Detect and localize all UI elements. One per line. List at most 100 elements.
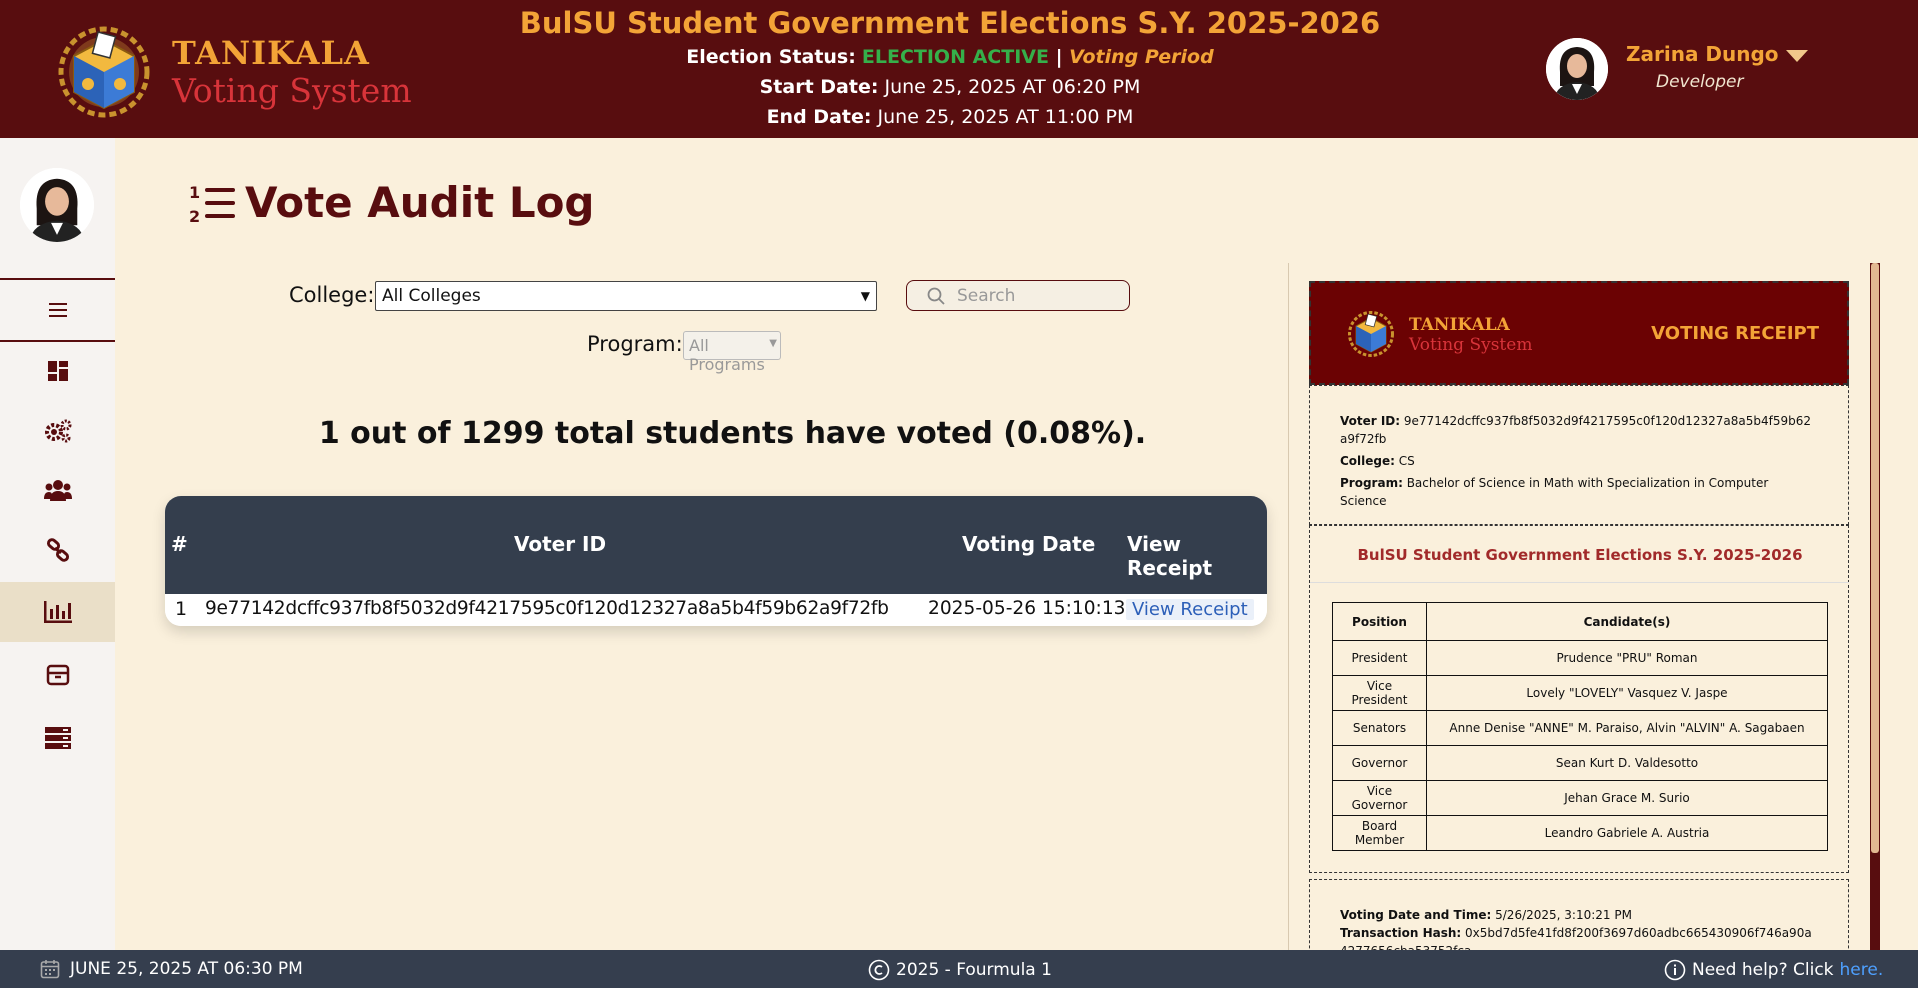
end-date-value: June 25, 2025 AT 11:00 PM [877, 106, 1134, 128]
audit-table: # Voter ID Voting Date View Receipt 1 9e… [165, 496, 1267, 626]
link-icon [46, 538, 69, 562]
column-header-view-receipt: View Receipt [1127, 532, 1213, 580]
chevron-down-icon: ▼ [769, 338, 777, 349]
ordered-list-icon: 1 2 [189, 183, 235, 224]
user-avatar[interactable] [1546, 38, 1608, 100]
help-text: Need help? Click [1692, 960, 1834, 980]
status-value: ELECTION ACTIVE [861, 46, 1049, 68]
row-number: 1 [175, 598, 188, 620]
help-link[interactable]: here. [1840, 960, 1884, 980]
sidebar-item-users[interactable] [0, 460, 115, 520]
status-period: Voting Period [1069, 46, 1214, 68]
sidebar-item-settings[interactable] [0, 401, 115, 461]
program-value: Bachelor of Science in Math with Special… [1340, 476, 1769, 508]
chevron-down-icon: ▼ [860, 289, 870, 303]
datetime-label: Voting Date and Time: [1340, 908, 1492, 922]
college-value: CS [1398, 454, 1415, 468]
receipt-voter-info: Voter ID: 9e77142dcffc937fb8f5032d9f4217… [1309, 385, 1849, 525]
calendar-icon [40, 960, 60, 979]
sidebar-item-dashboard[interactable] [0, 341, 115, 401]
table-row[interactable]: 1 9e77142dcffc937fb8f5032d9f4217595c0f12… [165, 594, 1267, 626]
brand-name: TANIKALA Voting System [172, 34, 412, 110]
top-header: TANIKALA Voting System BulSU Student Gov… [0, 0, 1918, 138]
voting-receipt: TANIKALA Voting System VOTING RECEIPT Vo… [1309, 281, 1849, 950]
voter-id-value: 9e77142dcffc937fb8f5032d9f4217595c0f120d… [1340, 414, 1812, 446]
info-icon [1664, 959, 1686, 981]
program-filter-label: Program: [587, 332, 683, 356]
receipt-datetime: Voting Date and Time: 5/26/2025, 3:10:21… [1340, 906, 1818, 924]
search-icon [927, 287, 945, 305]
program-label: Program: [1340, 476, 1403, 490]
receipt-header: TANIKALA Voting System VOTING RECEIPT [1309, 281, 1849, 385]
election-status-line: Election Status: ELECTION ACTIVE | Votin… [440, 42, 1460, 72]
vote-position: Senators [1332, 710, 1427, 746]
user-name[interactable]: Zarina Dungo [1626, 42, 1779, 66]
panel-divider [1288, 263, 1289, 950]
footer-copyright-text: 2025 - Fourmula 1 [896, 960, 1052, 980]
search-input[interactable]: Search [906, 280, 1130, 311]
position-header: Position [1332, 602, 1427, 641]
vote-row: Vice Governor Jehan Grace M. Surio [1332, 780, 1828, 816]
program-select-value: All Programs [689, 336, 765, 374]
vote-position: Board Member [1332, 815, 1427, 851]
vote-position: President [1332, 640, 1427, 676]
chevron-down-icon[interactable] [1786, 50, 1808, 62]
vote-candidates: Lovely "LOVELY" Vasquez V. Jaspe [1426, 675, 1828, 711]
divider [1310, 582, 1849, 583]
end-date-label: End Date: [766, 106, 872, 128]
receipt-program: Program: Bachelor of Science in Math wit… [1340, 474, 1818, 510]
vote-position: Vice Governor [1332, 780, 1427, 816]
footer-copyright: 2025 - Fourmula 1 [868, 959, 1052, 981]
college-select-value: All Colleges [382, 286, 481, 306]
sidebar-item-vote-audit-log[interactable] [0, 582, 115, 642]
table-header: # Voter ID Voting Date View Receipt [165, 496, 1267, 594]
receipt-brand-line2: Voting System [1409, 335, 1533, 355]
user-role: Developer [1656, 72, 1744, 92]
settings-icon [44, 419, 71, 443]
college-label: College: [1340, 454, 1395, 468]
page-title: 1 2 Vote Audit Log [189, 178, 595, 227]
status-label: Election Status: [686, 46, 856, 68]
column-header-voting-date: Voting Date [962, 532, 1096, 556]
receipt-voter-id: Voter ID: 9e77142dcffc937fb8f5032d9f4217… [1340, 412, 1818, 448]
vote-summary: 1 out of 1299 total students have voted … [318, 416, 1147, 451]
menu-toggle-button[interactable] [0, 278, 115, 342]
column-header-voter-id: Voter ID [513, 532, 607, 556]
hamburger-icon [48, 303, 67, 317]
footer-bar: JUNE 25, 2025 AT 06:30 PM 2025 - Fourmul… [0, 950, 1918, 988]
svg-text:2: 2 [189, 207, 200, 224]
bar-chart-icon [43, 601, 72, 623]
vote-position: Vice President [1332, 675, 1427, 711]
college-select[interactable]: All Colleges ▼ [375, 281, 877, 311]
receipt-brand: TANIKALA Voting System [1409, 315, 1532, 355]
receipt-ballot: BulSU Student Government Elections S.Y. … [1309, 525, 1849, 873]
tanikala-logo [1343, 309, 1399, 359]
row-voting-date: 2025-05-26 15:10:13 [928, 598, 1126, 619]
sidebar-item-archive[interactable] [0, 645, 115, 705]
sidebar-item-links[interactable] [0, 520, 115, 580]
tanikala-logo [48, 26, 160, 118]
hash-label: Transaction Hash: [1340, 926, 1462, 940]
votes-table-header: Position Candidate(s) [1332, 602, 1828, 641]
election-info: BulSU Student Government Elections S.Y. … [440, 4, 1460, 132]
users-icon [43, 480, 72, 501]
sidebar [0, 138, 115, 950]
start-date-value: June 25, 2025 AT 06:20 PM [884, 76, 1141, 98]
vote-row: Governor Sean Kurt D. Valdesotto [1332, 745, 1828, 781]
program-select[interactable]: All Programs ▼ [683, 331, 781, 374]
vote-candidates: Leandro Gabriele A. Austria [1426, 815, 1828, 851]
receipt-scrollbar-thumb[interactable] [1871, 263, 1879, 853]
vote-row: President Prudence "PRU" Roman [1332, 640, 1828, 676]
sidebar-item-database[interactable] [0, 708, 115, 768]
view-receipt-link[interactable]: View Receipt [1126, 599, 1254, 620]
receipt-hash: Transaction Hash: 0x5bd7d5fe41fd8f200f36… [1340, 924, 1818, 950]
search-placeholder: Search [957, 286, 1016, 306]
svg-text:1: 1 [189, 183, 200, 202]
vote-row: Board Member Leandro Gabriele A. Austria [1332, 815, 1828, 851]
receipt-college: College: CS [1340, 452, 1818, 470]
candidates-header: Candidate(s) [1426, 602, 1828, 641]
brand-line2: Voting System [172, 71, 412, 110]
votes-table: Position Candidate(s) President Prudence … [1332, 602, 1828, 851]
footer-datetime: JUNE 25, 2025 AT 06:30 PM [40, 959, 303, 979]
start-date-line: Start Date: June 25, 2025 AT 06:20 PM [440, 72, 1460, 102]
